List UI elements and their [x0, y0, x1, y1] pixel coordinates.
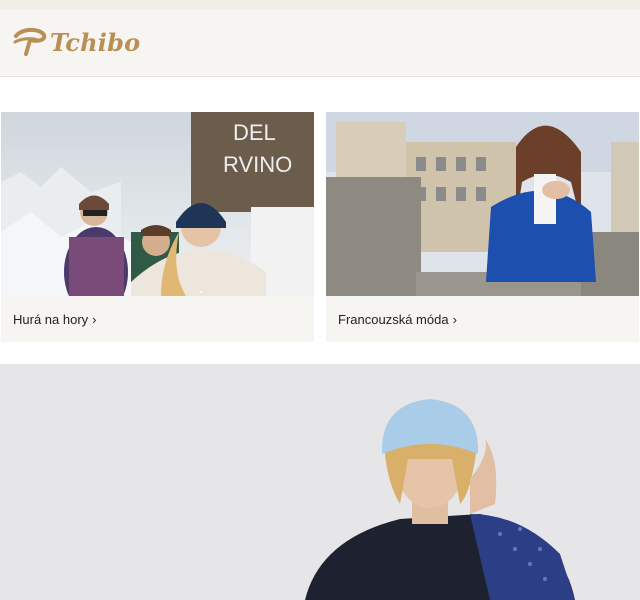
logo-wordmark: Tchibo — [50, 27, 141, 57]
card-label: Francouzská móda — [338, 311, 449, 327]
card-caption: Hurá na hory › — [1, 296, 314, 342]
header-top-strip — [0, 0, 640, 10]
site-header: Tchibo — [0, 0, 640, 77]
card-caption: Francouzská móda › — [326, 296, 639, 342]
promo-card-mountains[interactable]: DEL RVINO Hurá na hory › — [1, 112, 314, 342]
svg-text:RVINO: RVINO — [223, 152, 292, 177]
chevron-right-icon: › — [452, 311, 457, 327]
promo-card-french-fashion[interactable]: Francouzská móda › — [326, 112, 639, 342]
paris-woman-blue-cardigan-photo — [326, 112, 639, 296]
svg-text:DEL: DEL — [233, 120, 276, 145]
winter-mountain-group-photo: DEL RVINO — [1, 112, 314, 296]
tchibo-logo[interactable]: Tchibo — [12, 24, 140, 60]
hero-banner[interactable] — [0, 364, 640, 600]
tchibo-logo-icon — [13, 27, 47, 56]
chevron-right-icon: › — [92, 311, 97, 327]
woman-blue-knit-beanie-photo — [0, 364, 640, 600]
card-label: Hurá na hory — [13, 311, 89, 327]
